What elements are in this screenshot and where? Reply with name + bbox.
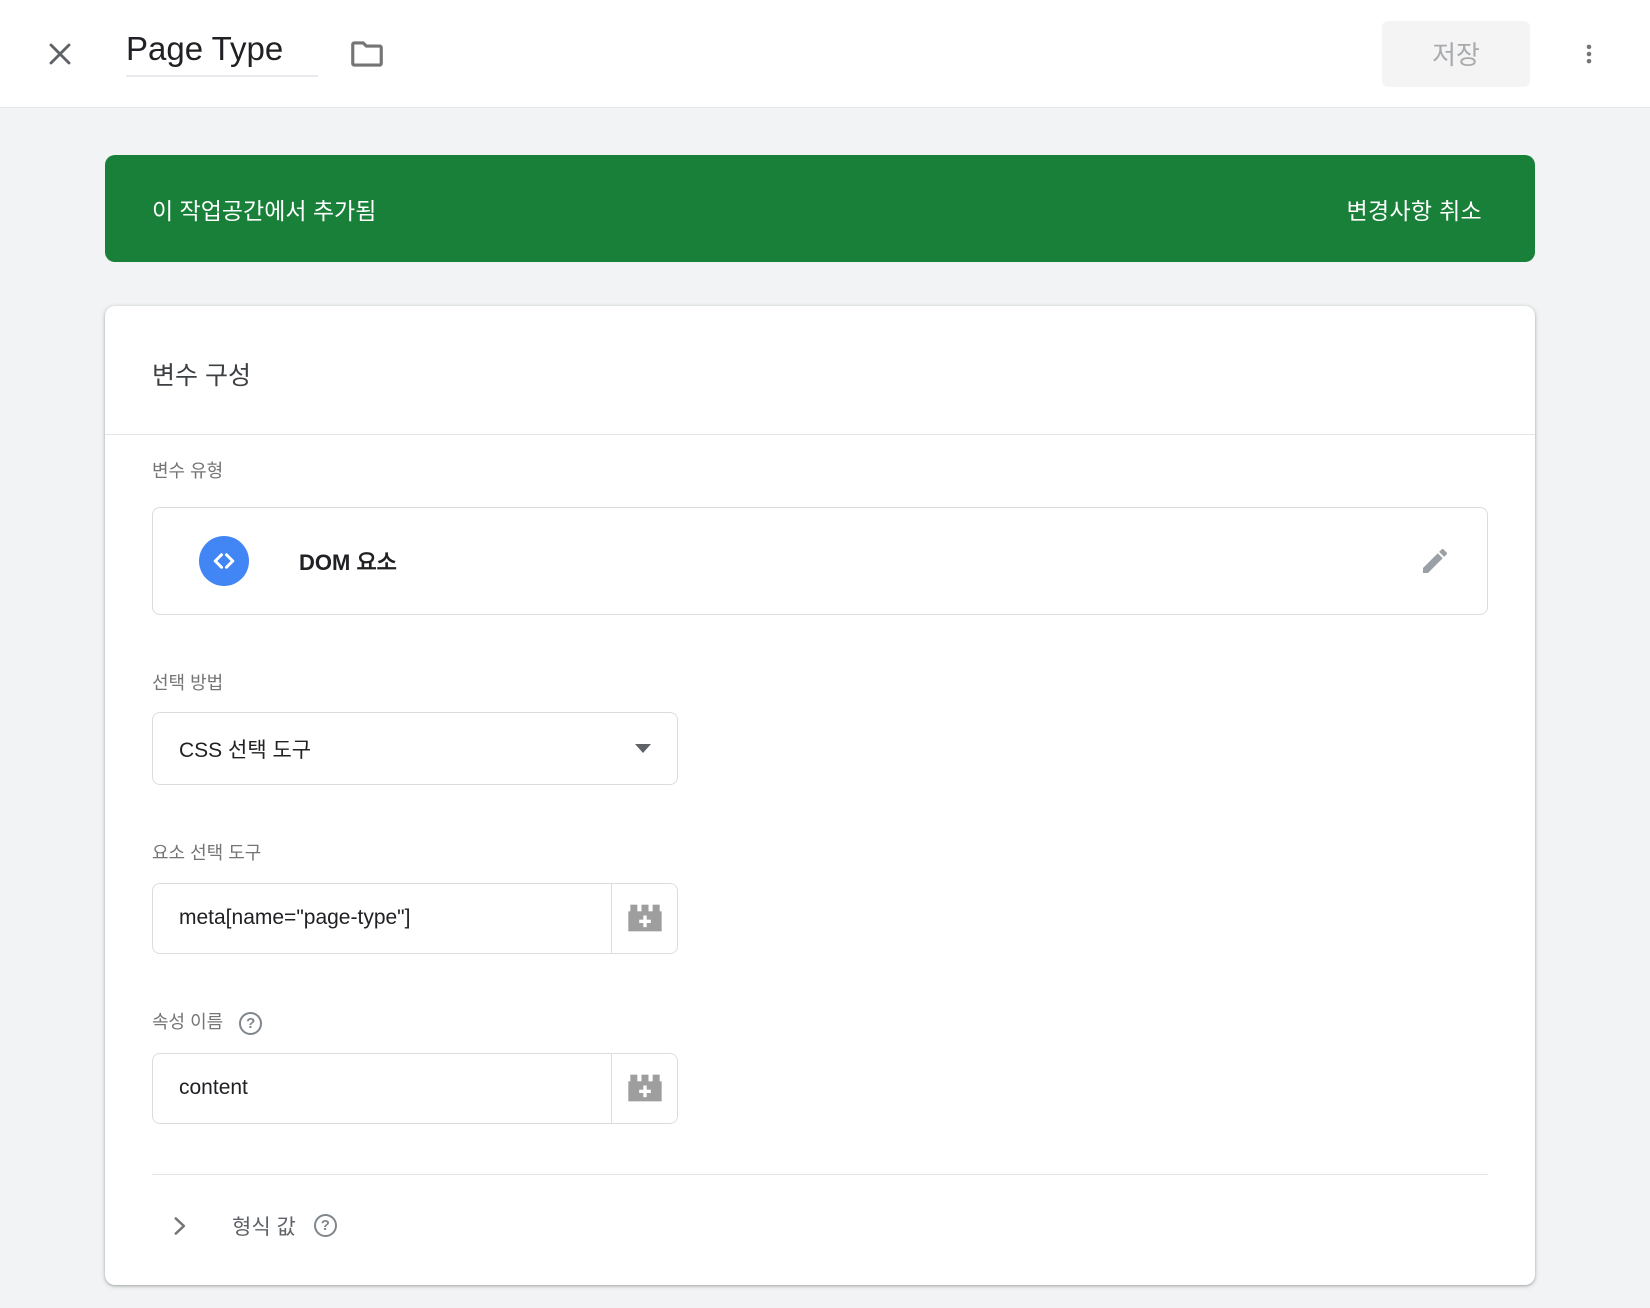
save-button[interactable]: 저장 xyxy=(1382,21,1530,87)
element-selector-field xyxy=(152,883,678,954)
variable-type-value: DOM 요소 xyxy=(299,545,397,577)
folder-button[interactable] xyxy=(348,35,386,73)
selection-method-select[interactable]: CSS 선택 도구 xyxy=(152,712,678,785)
expand-chevron-icon xyxy=(166,1213,192,1239)
card-body: 변수 유형 DOM 요소 선택 방법 CSS 선택 도구 xyxy=(105,435,1535,1285)
variable-configuration-card: 변수 구성 변수 유형 DOM 요소 선택 방법 xyxy=(105,306,1535,1285)
pencil-icon xyxy=(1419,545,1451,577)
section-divider xyxy=(152,1174,1488,1175)
folder-icon xyxy=(348,35,386,73)
insert-variable-button-2[interactable] xyxy=(611,1054,677,1123)
dropdown-caret-icon xyxy=(635,744,651,753)
close-icon xyxy=(42,36,78,72)
format-value-label: 형식 값 xyxy=(232,1211,296,1241)
page-content: 이 작업공간에서 추가됨 변경사항 취소 변수 구성 변수 유형 DOM 요소 xyxy=(0,108,1650,1285)
variable-type-selector[interactable]: DOM 요소 xyxy=(152,507,1488,615)
close-button[interactable] xyxy=(42,36,78,72)
variable-brick-icon xyxy=(625,1071,665,1105)
banner-message: 이 작업공간에서 추가됨 xyxy=(152,192,376,226)
attribute-name-help-icon[interactable]: ? xyxy=(239,1012,262,1035)
discard-changes-button[interactable]: 변경사항 취소 xyxy=(1341,191,1488,227)
attribute-name-field xyxy=(152,1053,678,1124)
top-bar: Page Type 저장 xyxy=(0,0,1650,108)
insert-variable-button[interactable] xyxy=(611,884,677,953)
workspace-change-banner: 이 작업공간에서 추가됨 변경사항 취소 xyxy=(105,155,1535,262)
dom-element-icon xyxy=(199,536,249,586)
variable-name-input[interactable]: Page Type xyxy=(126,30,318,78)
format-value-expander[interactable]: 형식 값 ? xyxy=(152,1211,1488,1241)
variable-type-label: 변수 유형 xyxy=(152,461,1488,483)
format-value-help-icon[interactable]: ? xyxy=(314,1214,337,1237)
attribute-name-label: 속성 이름 xyxy=(152,1012,223,1034)
attribute-name-input[interactable] xyxy=(153,1054,611,1123)
attribute-name-label-row: 속성 이름 ? xyxy=(152,1012,1488,1035)
kebab-menu-icon xyxy=(1576,34,1602,74)
element-selector-label: 요소 선택 도구 xyxy=(152,843,1488,865)
card-header: 변수 구성 xyxy=(105,306,1535,435)
variable-name: Page Type xyxy=(126,30,283,67)
variable-brick-icon xyxy=(625,901,665,935)
card-title: 변수 구성 xyxy=(152,356,1488,392)
edit-variable-type-button[interactable] xyxy=(1419,545,1451,577)
selection-method-label: 선택 방법 xyxy=(152,673,1488,695)
selection-method-value: CSS 선택 도구 xyxy=(179,734,635,764)
more-menu-button[interactable] xyxy=(1576,34,1602,74)
element-selector-input[interactable] xyxy=(153,884,611,953)
